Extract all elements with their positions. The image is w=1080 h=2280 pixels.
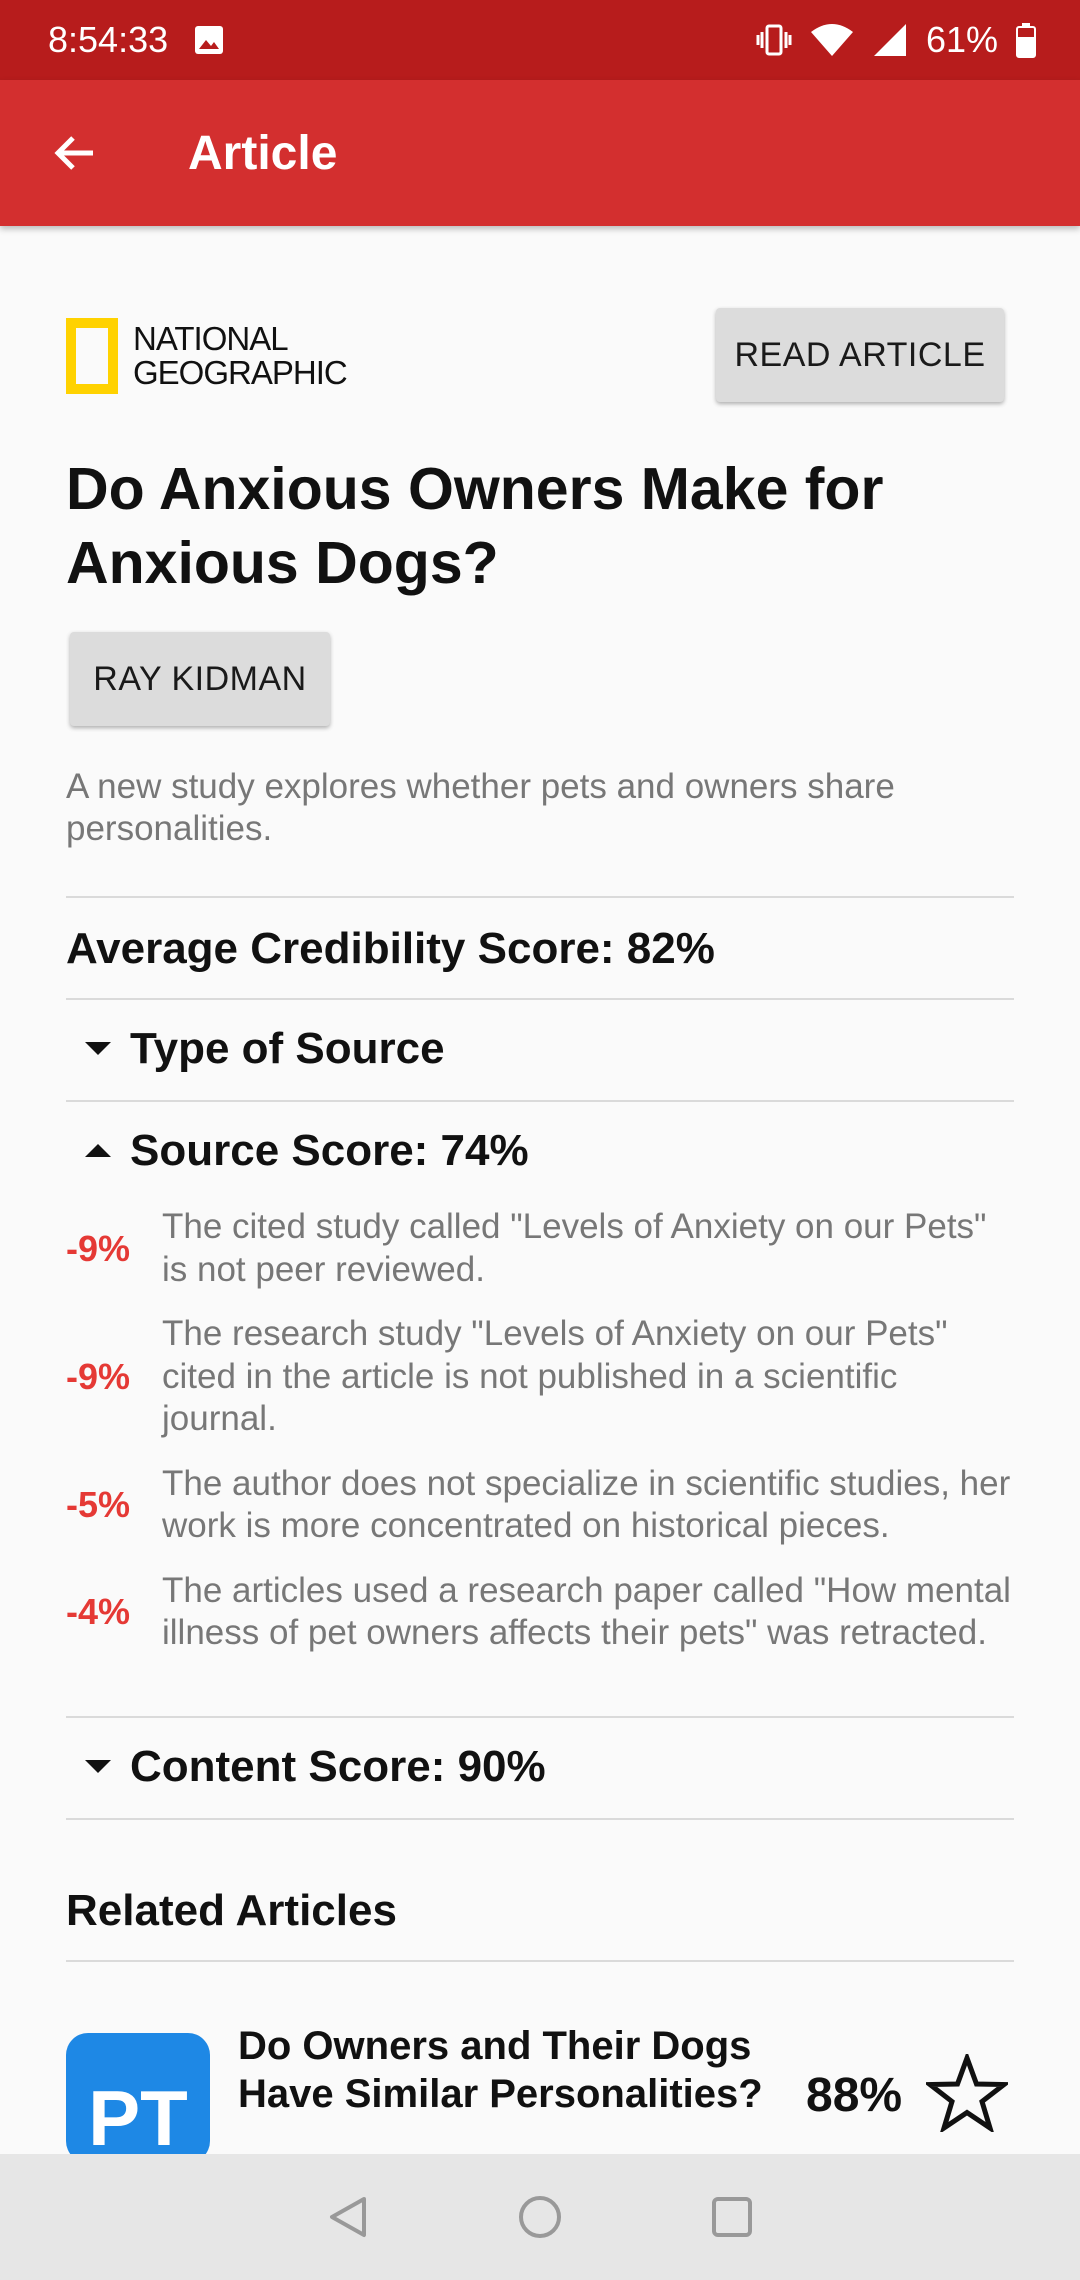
source-logo-line2: GEOGRAPHIC	[133, 354, 348, 391]
read-article-button[interactable]: READ ARTICLE	[716, 308, 1004, 402]
related-article-item[interactable]: PT Do Owners and Their Dogs Have Similar…	[66, 1998, 1016, 2154]
system-nav-bar	[0, 2154, 1080, 2280]
source-score-reasons: -9% The cited study called "Levels of An…	[66, 1206, 1016, 1677]
status-bar: 8:54:33 61%	[0, 0, 1080, 80]
battery-percent: 61%	[925, 19, 998, 60]
related-articles-heading: Related Articles	[66, 1886, 397, 1935]
nav-recents-button[interactable]	[710, 2195, 754, 2239]
reason-text: The research study "Levels of Anxiety on…	[162, 1314, 948, 1438]
content-score-toggle[interactable]: Content Score: 90%	[66, 1718, 546, 1816]
related-article-title: Do Owners and Their Dogs Have Similar Pe…	[238, 2024, 763, 2116]
nav-back-icon	[330, 2197, 366, 2237]
back-arrow-icon	[54, 136, 93, 170]
reason-text: The author does not specialize in scient…	[162, 1463, 1011, 1546]
divider	[66, 1818, 1014, 1820]
image-icon	[194, 25, 224, 55]
related-article-logo: PT	[66, 2033, 210, 2154]
back-button[interactable]	[0, 80, 150, 226]
reason-delta: -9%	[66, 1227, 131, 1269]
content-score-label: Content Score: 90%	[130, 1742, 546, 1791]
reason-delta: -5%	[66, 1484, 131, 1525]
divider	[66, 1960, 1014, 1962]
vibrate-icon	[756, 22, 792, 58]
wifi-icon	[810, 22, 854, 58]
author-button[interactable]: RAY KIDMAN	[70, 632, 330, 726]
caret-down-icon	[85, 1042, 111, 1055]
cell-signal-icon	[872, 22, 908, 58]
average-credibility-score: Average Credibility Score: 82%	[66, 924, 715, 973]
source-logo-line1: NATIONAL	[133, 320, 289, 357]
reason-item: -5% The author does not specialize in sc…	[66, 1463, 1016, 1548]
reason-text: The articles used a research paper calle…	[162, 1570, 1011, 1653]
reason-item: -9% The cited study called "Levels of An…	[66, 1206, 1016, 1291]
nav-recents-icon	[712, 2197, 752, 2237]
nav-back-button[interactable]	[326, 2195, 370, 2239]
star-outline-icon	[922, 2050, 1012, 2134]
source-logo: NATIONAL GEOGRAPHIC	[66, 318, 348, 394]
source-score-toggle[interactable]: Source Score: 74%	[66, 1102, 529, 1200]
divider	[66, 896, 1014, 898]
type-of-source-toggle[interactable]: Type of Source	[66, 1000, 445, 1098]
source-score-label: Source Score: 74%	[130, 1126, 529, 1175]
article-content[interactable]: NATIONAL GEOGRAPHIC READ ARTICLE Do Anxi…	[0, 226, 1080, 2154]
status-time: 8:54:33	[48, 19, 169, 60]
article-summary: A new study explores whether pets and ow…	[66, 767, 895, 848]
natgeo-frame-icon	[66, 318, 118, 394]
caret-down-icon	[85, 1760, 111, 1773]
type-of-source-label: Type of Source	[130, 1024, 445, 1073]
related-article-score: 88%	[806, 2069, 903, 2122]
caret-up-icon	[85, 1144, 111, 1157]
article-headline: Do Anxious Owners Make for Anxious Dogs?	[66, 456, 884, 596]
favorite-button[interactable]	[922, 2050, 1012, 2137]
nav-home-icon	[519, 2196, 561, 2238]
reason-item: -4% The articles used a research paper c…	[66, 1570, 1016, 1655]
app-bar: Article	[0, 80, 1080, 226]
reason-delta: -4%	[66, 1591, 131, 1632]
reason-text: The cited study called "Levels of Anxiet…	[162, 1207, 987, 1289]
app-bar-title: Article	[188, 126, 338, 180]
reason-item: -9% The research study "Levels of Anxiet…	[66, 1313, 1016, 1441]
battery-icon	[1016, 22, 1036, 58]
reason-delta: -9%	[66, 1355, 131, 1397]
nav-home-button[interactable]	[518, 2195, 562, 2239]
